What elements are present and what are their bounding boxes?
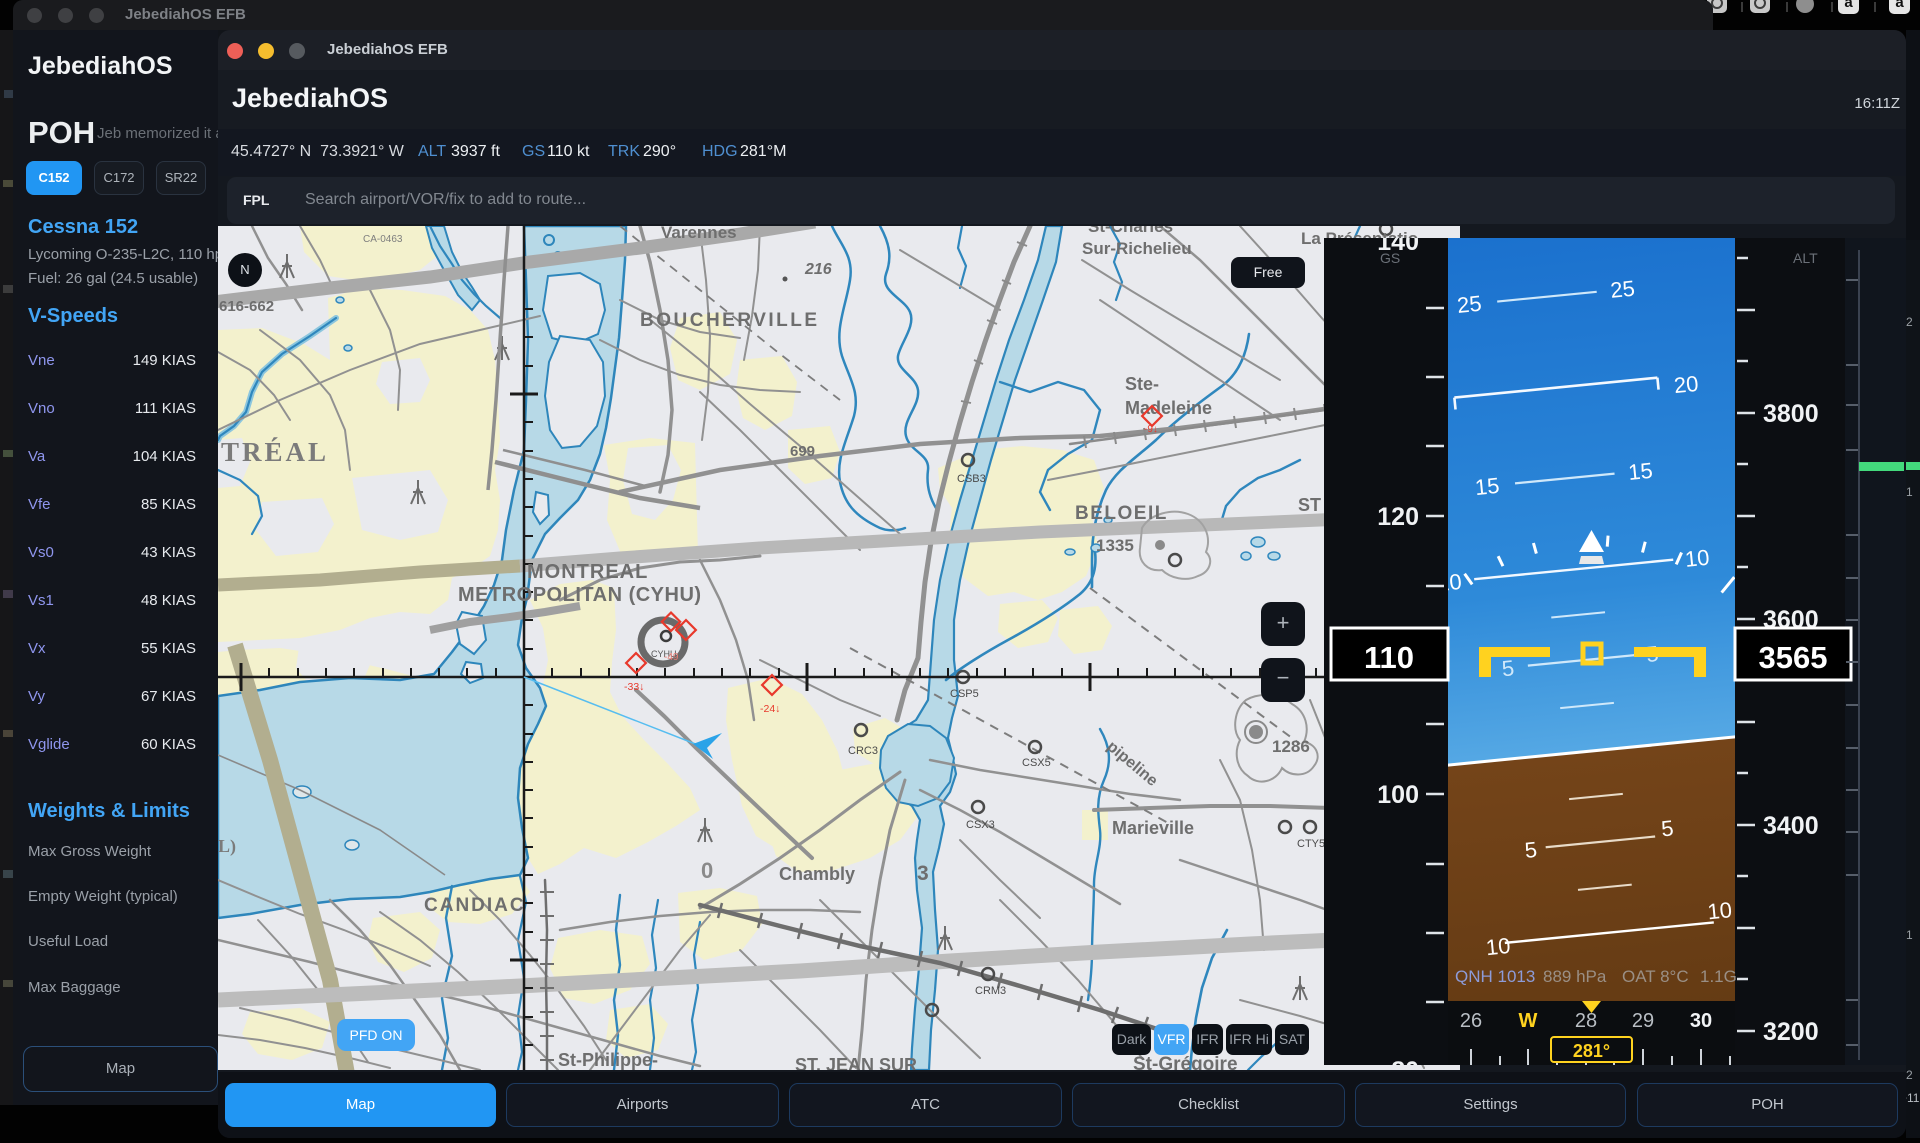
svg-text:5: 5 [1660,815,1675,841]
svg-text:CSX5: CSX5 [1022,757,1051,769]
svg-text:W: W [1519,1010,1538,1032]
svg-text:CA-0463: CA-0463 [363,234,403,245]
svg-text:3: 3 [917,862,929,885]
svg-text:28: 28 [1575,1010,1597,1032]
svg-text:MONTRÉAL: MONTRÉAL [218,437,329,467]
svg-text:889 hPa: 889 hPa [1543,967,1607,986]
svg-text:ST. JEAN SUR: ST. JEAN SUR [795,1055,917,1070]
svg-text:3400: 3400 [1763,812,1819,840]
svg-text:699: 699 [790,443,815,460]
svg-text:L): L) [218,836,236,857]
svg-text:St-Philippe-: St-Philippe- [558,1050,658,1070]
svg-text:1286: 1286 [1272,737,1310,756]
svg-text:30: 30 [1690,1010,1712,1032]
svg-text:140: 140 [1377,238,1419,256]
svg-text:216: 216 [804,261,832,278]
svg-text:0: 0 [701,858,713,883]
svg-text:20: 20 [1673,371,1700,398]
svg-text:CANDIAC: CANDIAC [424,895,526,916]
svg-text:BELOEIL: BELOEIL [1075,503,1168,524]
svg-text:Chambly: Chambly [779,864,855,884]
svg-text:29: 29 [1632,1010,1654,1032]
svg-text:OAT 8°C: OAT 8°C [1622,967,1689,986]
svg-text:1335: 1335 [1096,536,1134,555]
svg-text:-24↓: -24↓ [760,703,780,715]
svg-text:CSP5: CSP5 [950,688,979,700]
svg-text:Marieville: Marieville [1112,818,1194,838]
svg-text:METROPOLITAN (CYHU): METROPOLITAN (CYHU) [458,584,702,606]
svg-text:25: 25 [1609,276,1636,303]
svg-text:5: 5 [1501,655,1516,681]
svg-text:80: 80 [1391,1057,1419,1065]
svg-text:3800: 3800 [1763,400,1819,428]
svg-text:St-Grégoire: St-Grégoire [1133,1054,1238,1070]
svg-text:St-Charles: St-Charles [1088,226,1173,236]
svg-text:15: 15 [1627,458,1654,485]
svg-text:100: 100 [1377,781,1419,809]
svg-text:-49: -49 [664,652,679,663]
svg-text:CSB3: CSB3 [957,473,986,485]
svg-text:26: 26 [1460,1010,1482,1032]
svg-text:CRM3: CRM3 [975,985,1006,997]
svg-text:Madeleine: Madeleine [1125,398,1212,418]
svg-text:Ste-: Ste- [1125,374,1159,394]
svg-text:ST: ST [1298,495,1321,515]
svg-text:15: 15 [1474,473,1501,500]
svg-text:3200: 3200 [1763,1018,1819,1046]
svg-text:BOUCHERVILLE: BOUCHERVILLE [640,310,820,331]
svg-text:616-662: 616-662 [219,298,274,315]
svg-text:MONTREAL: MONTREAL [527,561,648,583]
svg-text:110: 110 [1364,640,1414,675]
svg-text:CRC3: CRC3 [848,745,878,757]
svg-text:-33↓: -33↓ [624,681,644,693]
svg-text:CTY5: CTY5 [1297,838,1325,850]
svg-text:CSX3: CSX3 [966,819,995,831]
svg-text:-9↓: -9↓ [1144,424,1158,435]
svg-text:25: 25 [1456,291,1483,318]
svg-text:10: 10 [1706,897,1733,924]
svg-text:1.1G: 1.1G [1700,967,1737,986]
svg-text:10: 10 [1485,933,1512,960]
svg-text:3565: 3565 [1759,640,1828,675]
svg-text:Sur-Richelieu: Sur-Richelieu [1082,239,1192,258]
svg-text:120: 120 [1377,503,1419,531]
svg-text:Varennes: Varennes [661,226,737,242]
svg-text:QNH 1013: QNH 1013 [1455,967,1535,986]
svg-text:10: 10 [1684,545,1711,572]
svg-text:281°: 281° [1573,1041,1610,1061]
svg-text:ALT: ALT [1793,250,1818,266]
svg-text:5: 5 [1524,837,1539,863]
